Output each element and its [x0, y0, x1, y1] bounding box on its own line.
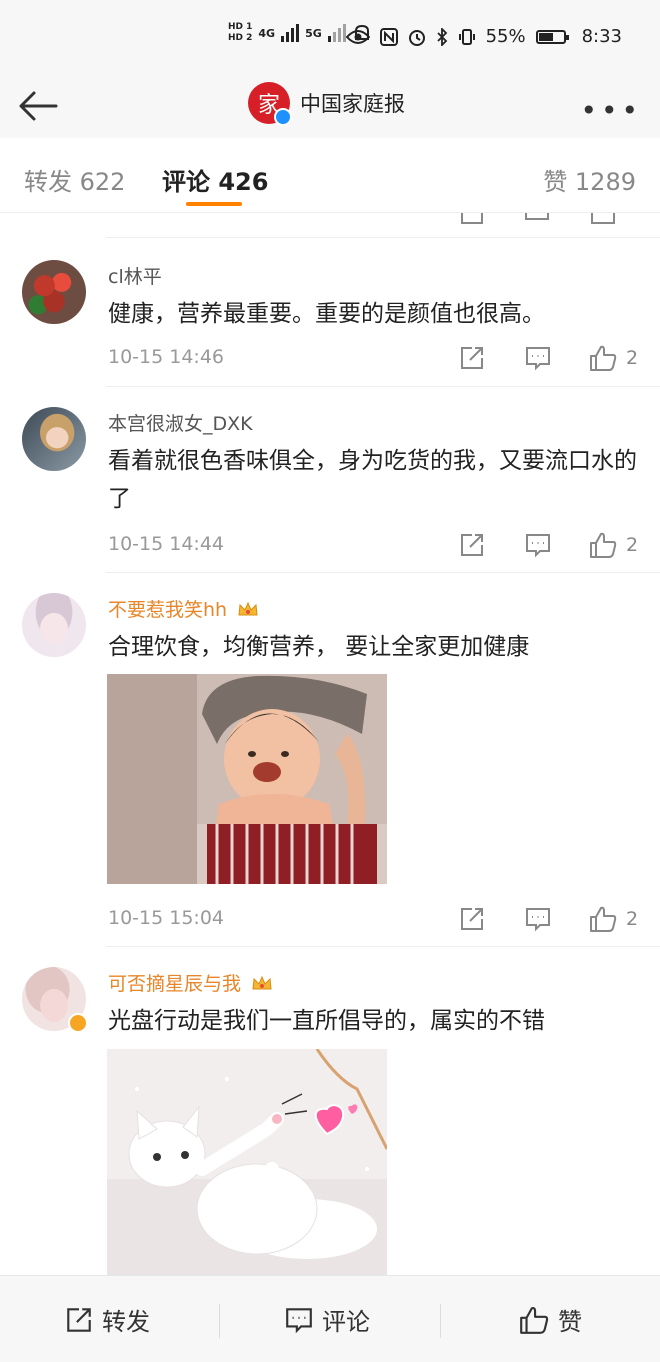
eye-icon — [345, 29, 370, 44]
comment-username[interactable]: cl林平 — [108, 262, 162, 289]
repost-icon — [461, 213, 483, 224]
comment-text: 看着就很色香味俱全，身为吃货的我，又要流口水的了 — [108, 448, 637, 512]
system-indicators: 55% 8:33 — [345, 26, 622, 47]
vip-crown-icon — [238, 601, 258, 616]
like-count: 2 — [626, 908, 639, 930]
like-count: 2 — [626, 534, 639, 556]
vip-crown-icon — [252, 975, 272, 990]
thumbs-up-icon — [590, 532, 617, 558]
comment-icon[interactable] — [524, 344, 552, 372]
cat-photo — [107, 1049, 387, 1275]
hd2-label: HD 2 — [228, 33, 253, 43]
comment-item: 可否摘星辰与我 光盘行动是我们一直所倡导的，属实的不错 — [0, 947, 660, 1275]
comment-icon — [525, 213, 549, 220]
signal-2-icon — [327, 24, 346, 42]
battery-icon — [535, 29, 569, 44]
like-count: 2 — [626, 347, 639, 369]
avatar[interactable] — [22, 407, 86, 471]
comment-item: 不要惹我笑hh 合理饮食，均衡营养， 要让全家更加健康 10-15 15:04 — [0, 573, 660, 946]
previous-comment-footer — [0, 213, 660, 237]
top-nav-bar: 家 中国家庭报 ••• — [0, 76, 660, 138]
comment-username[interactable]: 可否摘星辰与我 — [108, 969, 273, 996]
avatar[interactable] — [22, 593, 86, 657]
hd-labels: HD 1 HD 2 — [228, 22, 252, 44]
clock: 8:33 — [581, 26, 622, 47]
username-text: 不要惹我笑hh — [108, 599, 228, 621]
bottom-action-bar: 转发 评论 赞 — [0, 1275, 660, 1362]
baby-photo — [107, 674, 387, 884]
thumbs-up-icon — [590, 345, 617, 371]
comment-time: 10-15 15:04 — [108, 907, 225, 929]
verified-v-icon — [68, 1013, 88, 1033]
comment-text: 合理饮食，均衡营养， 要让全家更加健康 — [108, 634, 530, 660]
thumbs-up-icon — [590, 906, 617, 932]
nfc-icon — [379, 27, 398, 46]
more-options-icon[interactable]: ••• — [580, 94, 642, 127]
status-bar: HD 1 HD 2 4G 5G 55% 8:33 — [0, 0, 660, 76]
comment-label: 评论 — [322, 1308, 370, 1336]
repost-label: 转发 — [102, 1308, 150, 1336]
vibrate-icon — [458, 28, 475, 45]
repost-button[interactable]: 转发 — [64, 1302, 150, 1337]
comment-actions: 2 — [458, 905, 638, 933]
tab-comment[interactable]: 评论 426 — [162, 162, 268, 197]
account-header[interactable]: 家 中国家庭报 — [248, 82, 405, 126]
like-button[interactable]: 2 — [588, 344, 638, 372]
comment-icon — [286, 1307, 312, 1333]
comment-image-baby[interactable] — [107, 674, 387, 884]
avatar[interactable] — [22, 967, 88, 1033]
comment-text: 光盘行动是我们一直所倡导的，属实的不错 — [108, 1008, 545, 1034]
like-icon — [591, 213, 615, 224]
active-tab-indicator — [186, 202, 242, 206]
comment-item: 本宫很淑女_DXK 看着就很色香味俱全，身为吃货的我，又要流口水的了 10-15… — [0, 387, 660, 572]
comment-text: 健康，营养最重要。重要的是颜值也很高。 — [108, 301, 545, 327]
comment-username[interactable]: 不要惹我笑hh — [108, 595, 259, 622]
comment-list[interactable]: cl林平 健康，营养最重要。重要的是颜值也很高。 10-15 14:46 2 本… — [0, 213, 660, 1275]
alarm-icon — [408, 29, 425, 46]
like-button[interactable]: 2 — [588, 905, 638, 933]
comment-image-cat[interactable] — [107, 1049, 387, 1275]
avatar[interactable] — [22, 260, 86, 324]
tab-repost[interactable]: 转发 622 — [24, 162, 125, 197]
back-arrow-icon[interactable] — [16, 84, 60, 128]
tab-like[interactable]: 赞 1289 — [543, 162, 636, 197]
comment-actions: 2 — [458, 344, 638, 372]
signal-1-icon — [281, 24, 300, 42]
comment-time: 10-15 14:46 — [108, 346, 225, 368]
account-name: 中国家庭报 — [300, 92, 405, 116]
thumbs-up-icon — [520, 1306, 549, 1334]
brand-logo-icon: 家 — [248, 82, 292, 126]
repost-icon[interactable] — [458, 905, 486, 933]
verified-badge-icon — [274, 108, 292, 126]
bottom-divider — [219, 1304, 220, 1338]
comment-time: 10-15 14:44 — [108, 533, 225, 555]
comment-icon[interactable] — [524, 531, 552, 559]
comment-actions: 2 — [458, 531, 638, 559]
like-label: 赞 — [558, 1308, 582, 1336]
interaction-tabs: 转发 622 评论 426 赞 1289 — [0, 138, 660, 213]
bottom-divider — [440, 1304, 441, 1338]
like-button[interactable]: 2 — [588, 531, 638, 559]
username-text: 可否摘星辰与我 — [108, 973, 242, 995]
like-button[interactable]: 赞 — [518, 1302, 582, 1337]
comment-username[interactable]: 本宫很淑女_DXK — [108, 409, 253, 436]
repost-icon[interactable] — [458, 344, 486, 372]
repost-icon — [67, 1307, 91, 1332]
network-type-2: 5G — [305, 26, 322, 40]
repost-icon[interactable] — [458, 531, 486, 559]
comment-button[interactable]: 评论 — [284, 1302, 370, 1337]
hd1-label: HD 1 — [228, 22, 253, 32]
bluetooth-icon — [436, 27, 447, 46]
comment-icon[interactable] — [524, 905, 552, 933]
comment-item: cl林平 健康，营养最重要。重要的是颜值也很高。 10-15 14:46 2 — [0, 238, 660, 386]
network-type-1: 4G — [258, 26, 276, 40]
battery-percent: 55% — [485, 26, 526, 47]
